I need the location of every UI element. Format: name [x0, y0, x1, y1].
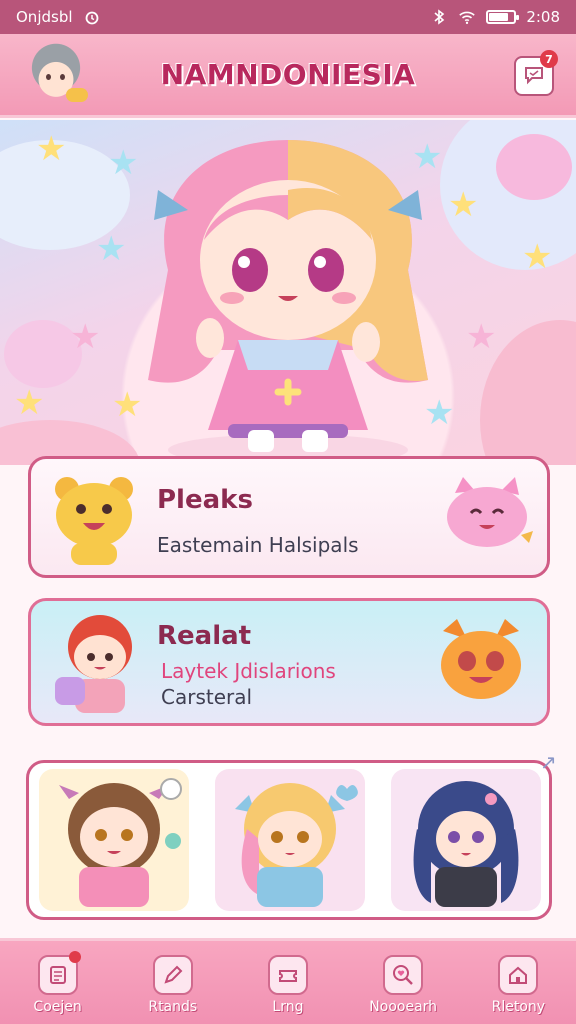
feature-card-realat[interactable]: Realat Laytek Jdislarions Carsteral [28, 598, 550, 726]
nav-label: Noooearh [369, 999, 438, 1015]
star-icon: ★ [96, 229, 127, 269]
notification-badge: 7 [540, 50, 558, 68]
clock-time: 2:08 [526, 8, 560, 26]
orange-fox-mascot-icon [441, 619, 521, 699]
alarm-icon [83, 8, 101, 26]
bluetooth-icon [430, 8, 448, 26]
nav-badge [68, 951, 81, 963]
nav-item-rletony[interactable]: Rletony [468, 955, 568, 1015]
card-subtitle: Eastemain Halsipals [157, 533, 359, 557]
card-title: Realat [157, 621, 252, 651]
nav-label: Lrng [272, 999, 304, 1015]
chat-icon [523, 63, 545, 89]
card-subtitle-accent: Laytek Jdislarions [161, 659, 336, 683]
character-gallery [26, 760, 552, 920]
nav-item-rtands[interactable]: Rtands [123, 955, 223, 1015]
home-icon [498, 955, 539, 995]
app-header: NAMNDONIESIA 7 [0, 34, 576, 118]
hero-character-illustration [148, 140, 428, 460]
blue-haired-girl-icon [413, 781, 519, 907]
red-haired-character-icon [55, 615, 132, 713]
blonde-girl-icon [235, 783, 358, 907]
app-title: NAMNDONIESIA [160, 58, 416, 91]
avatar[interactable] [22, 42, 90, 110]
nav-item-coejen[interactable]: Coejen [8, 951, 108, 1015]
star-icon: ★ [522, 237, 553, 277]
pencil-icon [152, 955, 193, 995]
brown-haired-girl-icon [59, 778, 182, 907]
card-subtitle: Carsteral [161, 685, 253, 709]
document-icon [37, 951, 81, 995]
expand-arrow-icon[interactable]: ↗ [540, 750, 557, 774]
notification-button[interactable]: 7 [514, 50, 558, 96]
bear-mascot-icon [55, 477, 133, 565]
nav-item-noooearh[interactable]: Noooearh [353, 955, 453, 1015]
bottom-navigation: Coejen Rtands Lrng Noooearh Rletony [0, 938, 576, 1024]
star-icon: ★ [70, 317, 101, 357]
star-icon: ★ [36, 129, 67, 169]
candy-decoration [496, 134, 572, 200]
heart-search-icon [383, 955, 424, 995]
nav-label: Rletony [491, 999, 546, 1015]
character-tile[interactable] [391, 769, 541, 911]
pink-cat-mascot-icon [447, 477, 533, 547]
card-title: Pleaks [157, 485, 253, 515]
battery-icon [486, 10, 520, 24]
feature-card-pleaks[interactable]: Pleaks Eastemain Halsipals [28, 456, 550, 578]
character-tile[interactable] [215, 769, 365, 911]
nav-label: Rtands [148, 999, 198, 1015]
status-bar: Onjdsbl 2:08 [0, 0, 576, 34]
star-icon: ★ [448, 185, 479, 225]
hero-banner: ★ ★ ★ ★ ★ ★ ★ ★ ★ ★ ★ [0, 120, 576, 465]
star-icon: ★ [14, 383, 45, 423]
star-icon: ★ [466, 317, 497, 357]
ticket-icon [267, 955, 308, 995]
nav-item-lrng[interactable]: Lrng [238, 955, 338, 1015]
wifi-icon [458, 8, 476, 26]
character-tile[interactable] [39, 769, 189, 911]
nav-label: Coejen [33, 999, 82, 1015]
carrier-label: Onjdsbl [16, 8, 73, 26]
